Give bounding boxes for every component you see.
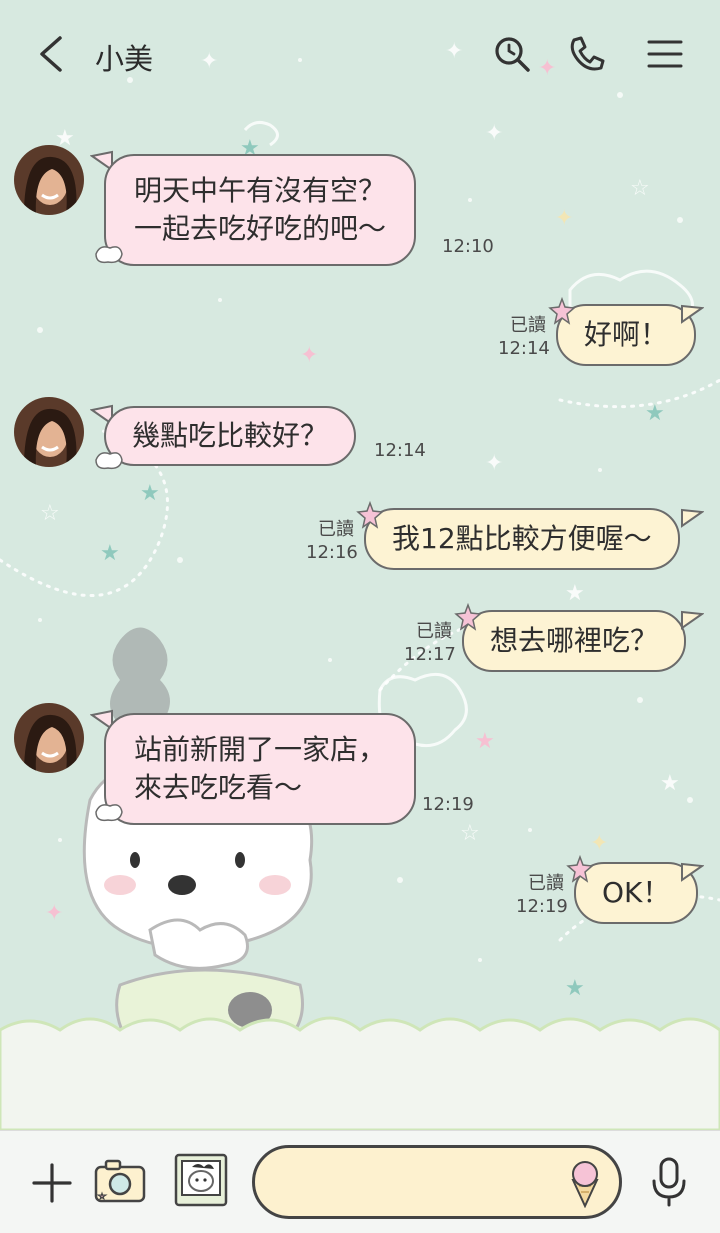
message-bubble-incoming[interactable]: 明天中午有沒有空？ 一起去吃好吃的吧～: [104, 154, 417, 266]
phone-icon[interactable]: [566, 34, 606, 74]
svg-text:★: ★: [645, 401, 665, 426]
back-arrow-icon[interactable]: [30, 32, 70, 76]
message-time: 12:10: [442, 236, 494, 257]
bubble-tail: [681, 862, 704, 882]
message-input-box[interactable]: [252, 1145, 622, 1219]
bubble-tail: [681, 304, 704, 324]
svg-text:☆: ☆: [460, 821, 480, 846]
message-input[interactable]: [275, 1162, 569, 1204]
photo-icon[interactable]: [172, 1151, 230, 1209]
svg-text:☆: ☆: [40, 501, 60, 526]
star-icon: [566, 855, 594, 883]
message-time: 12:19: [516, 896, 568, 917]
contact-avatar[interactable]: [14, 397, 84, 467]
read-receipt: 已讀: [318, 519, 354, 540]
menu-icon[interactable]: [645, 34, 685, 74]
svg-text:✦: ✦: [555, 206, 573, 231]
read-receipt: 已讀: [416, 621, 452, 642]
microphone-icon[interactable]: [648, 1155, 690, 1209]
message-time: 12:16: [306, 542, 358, 563]
camera-icon[interactable]: [92, 1155, 148, 1207]
svg-text:☆: ☆: [630, 176, 650, 201]
plus-icon[interactable]: [30, 1161, 74, 1205]
wing-icon: [95, 246, 123, 264]
bubble-tail: [681, 508, 704, 528]
contact-name[interactable]: 小美: [95, 36, 153, 78]
message-bubble-outgoing[interactable]: 想去哪裡吃？: [462, 610, 687, 672]
message-time: 12:17: [404, 644, 456, 665]
contact-avatar[interactable]: [14, 145, 84, 215]
svg-text:★: ★: [140, 481, 160, 506]
message-line: 來去吃吃看～: [134, 771, 303, 804]
message-line: 明天中午有沒有空？: [134, 174, 387, 207]
read-receipt: 已讀: [528, 873, 564, 894]
svg-text:★: ★: [565, 581, 585, 606]
message-time: 12:14: [498, 338, 550, 359]
message-bubble-incoming[interactable]: 站前新開了一家店， 來去吃吃看～: [104, 713, 417, 825]
message-time: 12:19: [422, 794, 474, 815]
message-line: 站前新開了一家店，: [134, 733, 387, 766]
message-bubble-outgoing[interactable]: 我12點比較方便喔～: [364, 508, 680, 570]
read-receipt: 已讀: [510, 315, 546, 336]
wing-icon: [95, 452, 123, 470]
svg-text:✦: ✦: [45, 901, 63, 926]
star-icon: [548, 297, 576, 325]
svg-text:★: ★: [565, 976, 585, 1001]
message-text: 好啊！: [584, 318, 669, 351]
message-bubble-outgoing[interactable]: 好啊！: [556, 304, 697, 366]
star-icon: [356, 501, 384, 529]
svg-text:✦: ✦: [300, 343, 318, 368]
message-bubble-incoming[interactable]: 幾點吃比較好？: [104, 406, 357, 466]
ice-cream-icon[interactable]: [565, 1158, 605, 1208]
composer-bar: [0, 1130, 720, 1233]
svg-text:★: ★: [475, 729, 495, 754]
svg-text:★: ★: [660, 771, 680, 796]
search-icon[interactable]: [492, 34, 532, 74]
svg-text:✦: ✦: [485, 451, 503, 476]
star-icon: [454, 603, 482, 631]
message-time: 12:14: [374, 440, 426, 461]
message-text: OK！: [602, 876, 671, 909]
wing-icon: [95, 804, 123, 822]
svg-text:★: ★: [100, 541, 120, 566]
message-line: 一起去吃好吃的吧～: [134, 212, 387, 245]
bubble-tail: [681, 610, 704, 630]
chat-header: 小美: [0, 0, 720, 110]
contact-avatar[interactable]: [14, 703, 84, 773]
message-text: 想去哪裡吃？: [490, 624, 659, 657]
svg-text:✦: ✦: [590, 831, 608, 856]
svg-text:✦: ✦: [485, 121, 503, 146]
message-text: 我12點比較方便喔～: [392, 522, 652, 555]
message-line: 幾點吃比較好？: [132, 419, 329, 452]
